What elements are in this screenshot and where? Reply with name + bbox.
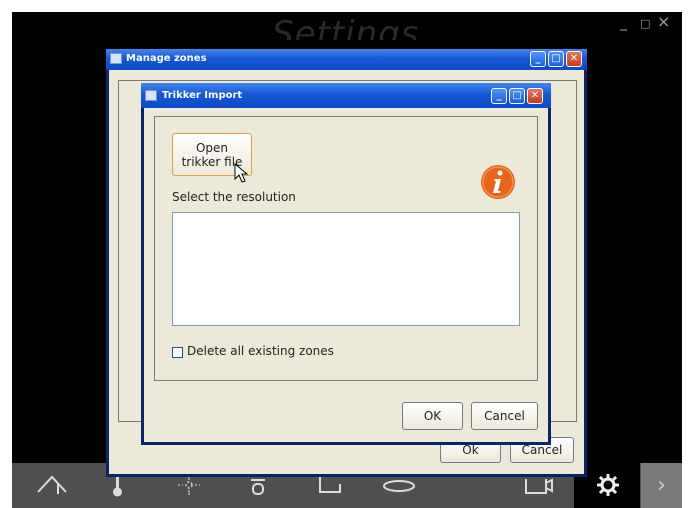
dialog-close-button[interactable]: ✕ (527, 88, 543, 104)
shutter-icon[interactable] (250, 476, 266, 496)
dialog-cancel-button[interactable]: Cancel (471, 402, 538, 430)
cursor-icon (234, 163, 249, 183)
home-icon[interactable] (36, 472, 70, 496)
app-close-button[interactable]: × (657, 14, 670, 30)
close-button[interactable]: ✕ (566, 51, 582, 67)
delete-zones-checkbox[interactable] (172, 347, 183, 358)
manage-zones-titlebar[interactable]: Manage zones _ □ ✕ (106, 49, 587, 70)
dialog-app-icon (145, 90, 157, 101)
dialog-ok-button[interactable]: OK (402, 402, 463, 430)
next-button[interactable]: › (641, 463, 682, 508)
trikker-import-title: Trikker Import (162, 90, 243, 101)
oval-icon[interactable] (382, 479, 416, 493)
gear-icon[interactable] (596, 473, 620, 497)
manage-zones-title: Manage zones (126, 53, 207, 64)
maximize-button[interactable]: □ (548, 51, 564, 67)
dialog-maximize-button[interactable]: □ (509, 88, 525, 104)
light-icon[interactable] (176, 476, 202, 496)
app-maximize-button[interactable]: □ (640, 17, 650, 31)
door-icon[interactable] (318, 476, 342, 494)
select-resolution-label: Select the resolution (172, 190, 296, 204)
thermometer-icon[interactable] (110, 476, 126, 498)
info-icon (481, 165, 515, 199)
app-minimize-button[interactable]: _ (620, 16, 627, 30)
minimize-button[interactable]: _ (530, 51, 546, 67)
app-title: Settings (272, 14, 420, 40)
delete-zones-label: Delete all existing zones (187, 344, 334, 358)
camera-icon[interactable] (524, 477, 554, 495)
trikker-import-body: Open trikker file Select the resolution … (144, 108, 548, 442)
dialog-minimize-button[interactable]: _ (491, 88, 507, 104)
trikker-import-dialog: Trikker Import _ □ ✕ Open trikker file S… (141, 83, 551, 445)
resolution-list[interactable] (172, 212, 520, 326)
trikker-import-titlebar[interactable]: Trikker Import _ □ ✕ (141, 83, 551, 108)
window-app-icon (110, 53, 122, 64)
open-button-line1: Open (195, 141, 229, 155)
